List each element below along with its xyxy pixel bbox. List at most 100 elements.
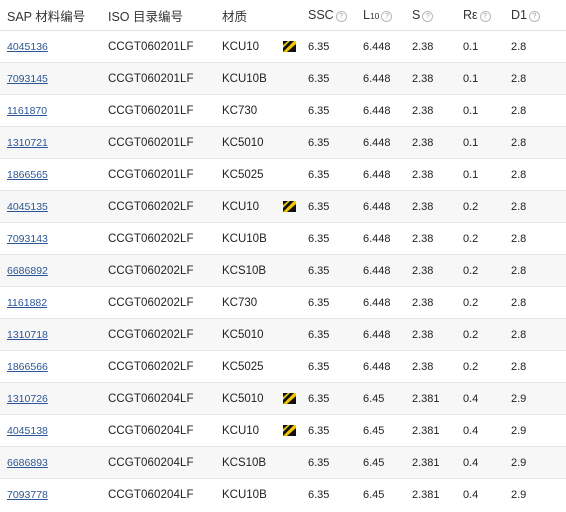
- iso-code-cell: CCGT060201LF: [108, 94, 222, 127]
- ssc-cell: 6.35: [308, 446, 363, 479]
- iso-code-cell: CCGT060201LF: [108, 30, 222, 63]
- col-header-grade[interactable]: 材质: [222, 0, 283, 31]
- badge-cell: [283, 30, 308, 63]
- re-cell: 0.2: [463, 190, 511, 223]
- badge-cell: [283, 414, 308, 447]
- re-cell: 0.4: [463, 382, 511, 415]
- re-cell: 0.2: [463, 350, 511, 383]
- col-header-iso[interactable]: ISO 目录编号: [108, 0, 222, 31]
- sap-number-link[interactable]: 1310718: [7, 329, 48, 341]
- badge-cell: [283, 62, 308, 95]
- sap-number-link[interactable]: 1866566: [7, 361, 48, 373]
- d1-cell: 2.8: [511, 30, 566, 63]
- iso-code-cell: CCGT060201LF: [108, 158, 222, 191]
- sap-number-link[interactable]: 1161870: [7, 105, 47, 117]
- sap-number-link[interactable]: 6686893: [7, 457, 48, 469]
- info-icon[interactable]: ?: [381, 11, 393, 22]
- l10-cell: 6.448: [363, 30, 412, 63]
- iso-code-cell: CCGT060202LF: [108, 254, 222, 287]
- l10-cell: 6.45: [363, 488, 385, 501]
- sap-number-link[interactable]: 7093778: [7, 489, 48, 501]
- table-row: 1161870 CCGT060201LF KC730 6.35 6.448 2.38 0.1…: [0, 94, 566, 127]
- re-cell: 0.1: [463, 30, 511, 63]
- re-cell: 0.1: [463, 126, 511, 159]
- ssc-cell: 6.35: [308, 350, 363, 383]
- grade-cell: KC5010: [222, 318, 283, 351]
- re-cell: 0.4: [463, 488, 479, 501]
- badge-cell: [283, 222, 308, 255]
- sap-number-link[interactable]: 7093143: [7, 233, 48, 245]
- badge-cell: [283, 126, 308, 159]
- sap-number-link[interactable]: 4045136: [7, 41, 48, 53]
- s-cell: 2.38: [412, 222, 463, 255]
- grade-cell: KC730: [222, 286, 283, 319]
- table-row: 4045136 CCGT060201LF KCU10 6.35 6.448 2.38 0.1…: [0, 30, 566, 63]
- grade-cell: KC5010: [222, 126, 283, 159]
- l10-cell: 6.45: [363, 414, 412, 447]
- col-header-sap[interactable]: SAP 材料编号: [0, 0, 108, 31]
- badge-cell: [283, 382, 308, 415]
- sap-number-link[interactable]: 1310726: [7, 393, 48, 405]
- s-cell: 2.381: [412, 414, 463, 447]
- sap-cell: 4045138: [0, 414, 108, 447]
- col-header-s[interactable]: S?: [412, 0, 463, 31]
- d1-cell: 2.9: [511, 488, 527, 501]
- product-table: SAP 材料编号 ISO 目录编号 材质 SSC? L10? S? Rε? D1…: [0, 0, 566, 510]
- info-icon[interactable]: ?: [422, 11, 434, 22]
- grade-cell: KC730: [222, 94, 283, 127]
- badge-cell: [283, 254, 308, 287]
- s-cell: 2.38: [412, 190, 463, 223]
- sap-cell: 1161870: [0, 94, 108, 127]
- sap-number-link[interactable]: 1866565: [7, 169, 48, 181]
- sap-number-link[interactable]: 7093145: [7, 73, 48, 85]
- ssc-cell: 6.35: [308, 222, 363, 255]
- table-row: 7093145 CCGT060201LF KCU10B 6.35 6.448 2.38 0.…: [0, 62, 566, 95]
- grade-cell: KC5025: [222, 158, 283, 191]
- l10-cell: 6.448: [363, 286, 412, 319]
- ssc-cell: 6.35: [308, 414, 363, 447]
- d1-cell: 2.8: [511, 286, 566, 319]
- badge-cell: [283, 446, 308, 479]
- col-header-ssc[interactable]: SSC?: [308, 0, 363, 31]
- col-header-re[interactable]: Rε?: [463, 0, 511, 31]
- ssc-cell: 6.35: [308, 62, 363, 95]
- d1-cell: 2.8: [511, 126, 566, 159]
- grade-cell: KC5010: [222, 382, 283, 415]
- ssc-cell: 6.35: [308, 30, 363, 63]
- info-icon[interactable]: ?: [528, 11, 540, 22]
- re-cell: 0.1: [463, 62, 511, 95]
- sap-number-link[interactable]: 1310721: [7, 137, 48, 149]
- sap-cell: 1310726: [0, 382, 108, 415]
- re-cell: 0.2: [463, 254, 511, 287]
- badge-cell: [283, 158, 308, 191]
- sap-number-link[interactable]: 1161882: [7, 297, 47, 309]
- sap-cell: 4045136: [0, 30, 108, 63]
- s-cell: 2.38: [412, 158, 463, 191]
- table-body: 4045136 CCGT060201LF KCU10 6.35 6.448 2.38 0.1…: [0, 30, 566, 511]
- col-header-d1[interactable]: D1?: [511, 0, 566, 31]
- col-header-l10[interactable]: L10?: [363, 0, 412, 31]
- d1-cell: 2.8: [511, 318, 566, 351]
- table-row: 7093143 CCGT060202LF KCU10B 6.35 6.448 2.38 0.…: [0, 222, 566, 255]
- ssc-cell: 6.35: [308, 94, 363, 127]
- sap-cell: 6686893: [0, 446, 108, 479]
- table-row: 1310726 CCGT060204LF KC5010 6.35 6.45 2.381 0.…: [0, 382, 566, 415]
- iso-code-cell: CCGT060201LF: [108, 126, 222, 159]
- l10-cell: 6.448: [363, 94, 412, 127]
- sap-number-link[interactable]: 4045138: [7, 425, 48, 437]
- d1-cell: 2.9: [511, 414, 566, 447]
- s-cell: 2.38: [412, 62, 463, 95]
- iso-code-cell: CCGT060202LF: [108, 318, 222, 351]
- sap-cell: 1310721: [0, 126, 108, 159]
- stripe-badge-icon: [283, 393, 296, 405]
- ssc-cell: 6.35: [308, 286, 363, 319]
- d1-cell: 2.8: [511, 158, 566, 191]
- sap-number-link[interactable]: 4045135: [7, 201, 48, 213]
- info-icon[interactable]: ?: [479, 11, 491, 22]
- table-row: 6686892 CCGT060202LF KCS10B 6.35 6.448 2.38 0.…: [0, 254, 566, 287]
- info-icon[interactable]: ?: [335, 11, 347, 22]
- grade-cell: KCU10: [222, 30, 283, 63]
- sap-number-link[interactable]: 6686892: [7, 265, 48, 277]
- stripe-badge-icon: [283, 201, 296, 213]
- re-cell: 0.1: [463, 158, 511, 191]
